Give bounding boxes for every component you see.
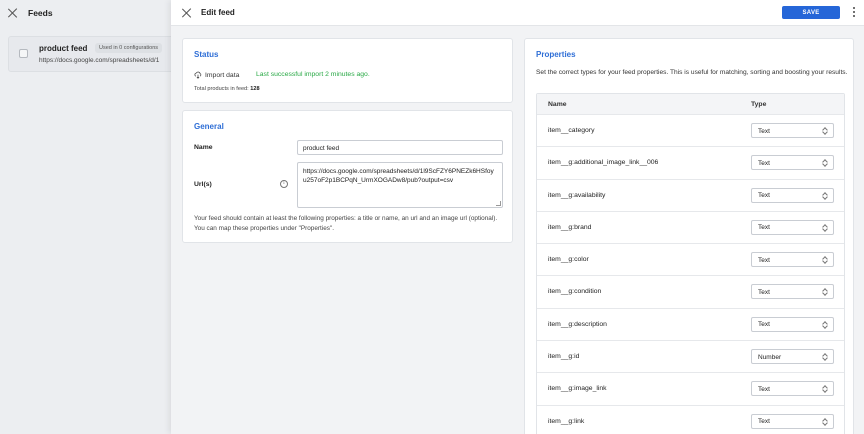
select-arrows-icon <box>823 224 828 232</box>
property-type-select[interactable]: Text <box>751 413 834 429</box>
more-options-icon[interactable] <box>851 6 857 20</box>
feed-name: product feed <box>39 44 88 53</box>
table-row: item__g:availability Text <box>537 180 844 212</box>
property-type-select[interactable]: Text <box>751 316 834 332</box>
select-arrows-icon <box>823 418 828 426</box>
resize-handle-icon[interactable] <box>496 201 501 206</box>
general-card: General Name product feed Url(s) i https… <box>182 110 513 243</box>
property-type-select[interactable]: Number <box>751 349 834 365</box>
table-row: item__g:color Text <box>537 244 844 277</box>
status-card: Status Import data Last successful impor… <box>182 38 513 103</box>
select-arrows-icon <box>823 127 828 135</box>
property-name: item__g:brand <box>548 223 592 231</box>
feed-url: https://docs.google.com/spreadsheets/d/1 <box>39 57 160 64</box>
property-type-value: Text <box>758 192 770 200</box>
property-name: item__g:id <box>548 353 580 361</box>
property-type-value: Text <box>758 256 770 264</box>
property-name: item__g:color <box>548 256 589 264</box>
import-data-button[interactable]: Import data <box>194 69 239 81</box>
property-type-select[interactable]: Text <box>751 284 834 300</box>
property-type-select[interactable]: Text <box>751 252 834 268</box>
column-header-type: Type <box>751 101 767 108</box>
select-arrows-icon <box>823 159 828 167</box>
properties-card: Properties Set the correct types for you… <box>524 38 854 434</box>
property-type-value: Number <box>758 353 782 361</box>
close-icon[interactable] <box>8 8 18 18</box>
property-name: item__g:description <box>548 320 607 328</box>
import-status-text: Last successful import 2 minutes ago. <box>256 71 370 78</box>
property-type-value: Text <box>758 288 770 296</box>
property-type-select[interactable]: Text <box>751 381 834 397</box>
feeds-title: Feeds <box>28 8 53 18</box>
column-header-name: Name <box>548 101 567 108</box>
property-name: item__g:image_link <box>548 385 607 393</box>
feed-list-item[interactable]: product feed Used in 0 configurations ht… <box>8 36 198 72</box>
select-arrows-icon <box>823 353 828 361</box>
property-type-value: Text <box>758 159 770 167</box>
close-icon[interactable] <box>182 8 192 18</box>
property-name: item__g:condition <box>548 288 602 296</box>
property-type-value: Text <box>758 224 770 232</box>
properties-title: Properties <box>536 50 576 59</box>
property-name: item__g:availability <box>548 191 606 199</box>
select-arrows-icon <box>823 192 828 200</box>
total-products-label: Total products in feed: <box>194 86 249 92</box>
name-label: Name <box>194 144 213 151</box>
save-button[interactable]: SAVE <box>782 6 840 19</box>
table-header: Name Type <box>537 94 844 115</box>
properties-rows: item__category Text item__g:additional_ima… <box>537 115 844 434</box>
total-products-value: 128 <box>250 86 260 92</box>
name-input[interactable]: product feed <box>297 140 503 155</box>
drawer-header: Edit feed SAVE <box>171 0 864 26</box>
property-type-select[interactable]: Text <box>751 187 834 203</box>
property-type-value: Text <box>758 418 770 426</box>
table-row: item__g:additional_image_link__006 Text <box>537 147 844 180</box>
info-icon[interactable]: i <box>280 180 288 188</box>
properties-table: Name Type item__category Text item__g:addi… <box>536 93 845 434</box>
usage-badge: Used in 0 configurations <box>95 43 163 53</box>
select-arrows-icon <box>823 288 828 296</box>
table-row: item__category Text <box>537 115 844 148</box>
table-row: item__g:image_link Text <box>537 373 844 406</box>
properties-description: Set the correct types for your feed prop… <box>536 69 848 76</box>
property-name: item__g:additional_image_link__006 <box>548 159 659 167</box>
table-row: item__g:id Number <box>537 341 844 374</box>
property-type-value: Text <box>758 321 770 329</box>
total-products: Total products in feed: 128 <box>194 86 260 92</box>
table-row: item__g:condition Text <box>537 276 844 309</box>
url-label: Url(s) <box>194 181 212 188</box>
property-type-select[interactable]: Text <box>751 123 834 138</box>
table-row: item__g:brand Text <box>537 212 844 245</box>
property-name: item__g:link <box>548 417 585 425</box>
url-value: https://docs.google.com/spreadsheets/d/1… <box>303 168 494 184</box>
select-arrows-icon <box>823 385 828 393</box>
property-type-value: Text <box>758 127 770 135</box>
property-type-value: Text <box>758 385 770 393</box>
status-title: Status <box>194 50 219 59</box>
url-textarea[interactable]: https://docs.google.com/spreadsheets/d/1… <box>297 162 503 208</box>
general-title: General <box>194 122 224 131</box>
property-type-select[interactable]: Text <box>751 219 834 235</box>
cloud-download-icon <box>194 71 202 79</box>
edit-feed-drawer: Edit feed SAVE Status Import data Last s… <box>171 0 864 434</box>
table-row: item__g:description Text <box>537 309 844 342</box>
drawer-title: Edit feed <box>201 8 235 17</box>
import-data-label: Import data <box>205 71 240 79</box>
general-help-text: Your feed should contain at least the fo… <box>194 215 498 232</box>
select-arrows-icon <box>823 321 828 329</box>
table-row: item__g:link Text <box>537 406 844 434</box>
property-name: item__category <box>548 127 595 134</box>
feed-checkbox[interactable] <box>19 49 28 58</box>
select-arrows-icon <box>823 256 828 264</box>
property-type-select[interactable]: Text <box>751 155 834 171</box>
